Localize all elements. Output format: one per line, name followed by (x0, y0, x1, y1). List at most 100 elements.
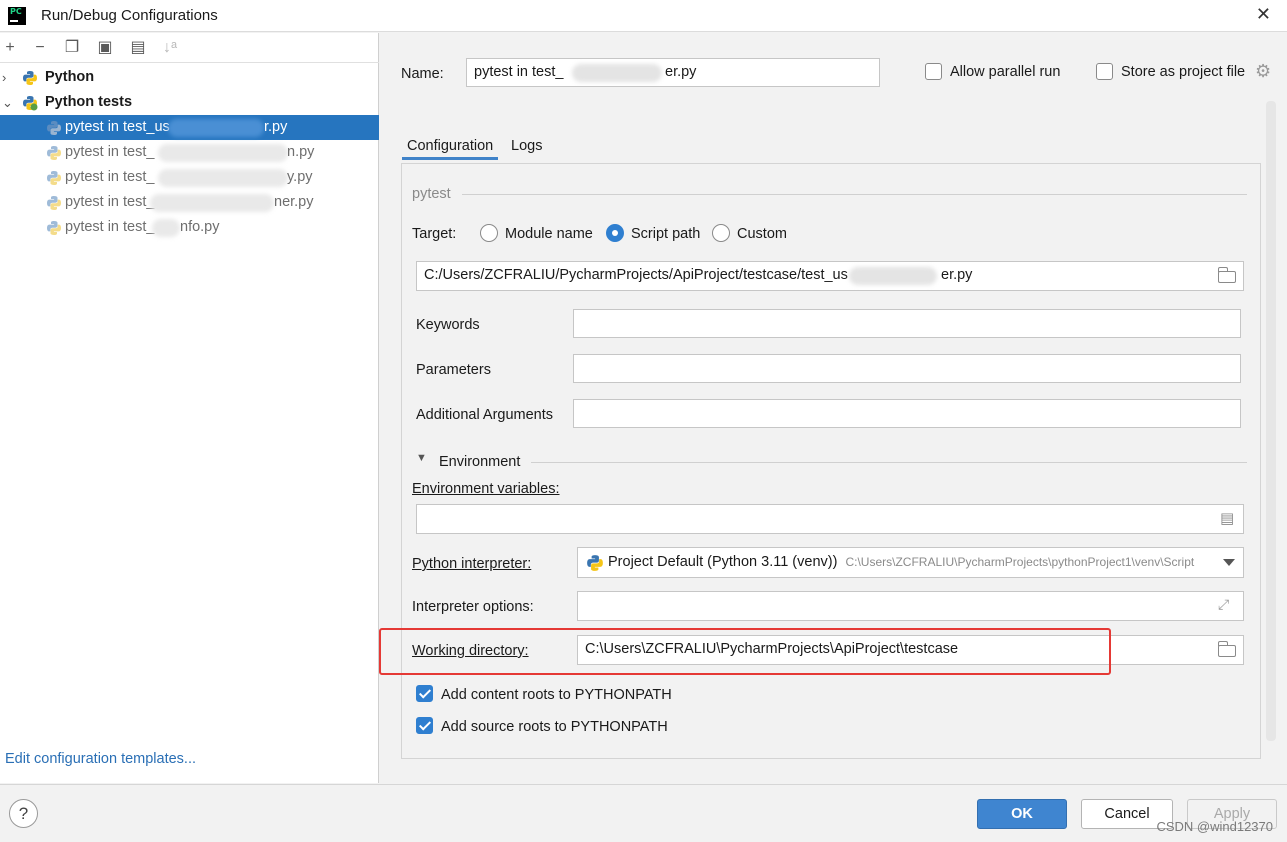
pytest-config-icon (47, 121, 61, 135)
python-icon (587, 555, 603, 571)
sort-icon[interactable]: ↓ᵃ (160, 38, 180, 58)
name-field[interactable]: pytest in test_ er.py (466, 58, 880, 87)
edit-variables-icon[interactable]: ▤ (1220, 509, 1234, 527)
tree-item-config-5[interactable]: pytest in test_ nfo.py (0, 215, 379, 240)
config-name-prefix: pytest in test_us (65, 119, 170, 135)
name-value-suffix: er.py (665, 64, 697, 80)
interpreter-value: Project Default (Python 3.11 (venv)) (608, 554, 838, 570)
python-icon (23, 71, 37, 85)
expand-icon[interactable]: ⤢ (1218, 596, 1229, 613)
tree-group-label: Python tests (45, 94, 133, 110)
folder-browse-icon[interactable] (1218, 641, 1236, 657)
add-source-roots-checkbox[interactable] (416, 717, 433, 734)
window-title: Run/Debug Configurations (41, 7, 218, 24)
tree-item-config-3[interactable]: pytest in test_ y.py (0, 165, 379, 190)
redaction-blur (572, 64, 662, 82)
allow-parallel-run-label: Allow parallel run (950, 64, 1061, 80)
tree-item-config-4[interactable]: pytest in test_ ner.py (0, 190, 379, 215)
keywords-field[interactable] (573, 309, 1241, 338)
name-label: Name: (401, 66, 444, 82)
copy-icon[interactable]: ❐ (62, 38, 82, 58)
redaction-blur (158, 169, 288, 187)
script-path-field[interactable]: C:/Users/ZCFRALIU/PycharmProjects/ApiPro… (416, 261, 1244, 291)
tree-item-config-1[interactable]: pytest in test_us r.py (0, 115, 379, 140)
tree-item-config-2[interactable]: pytest in test_ n.py (0, 140, 379, 165)
pytest-config-icon (47, 196, 61, 210)
parameters-field[interactable] (573, 354, 1241, 383)
pytest-config-icon (47, 146, 61, 160)
config-name-prefix: pytest in test_ (65, 169, 155, 185)
config-name-suffix: ner.py (274, 194, 314, 210)
interpreter-options-label: Interpreter options: (412, 599, 534, 615)
section-divider (531, 462, 1247, 463)
redaction-blur (150, 194, 274, 212)
keywords-label: Keywords (416, 317, 480, 333)
additional-arguments-label: Additional Arguments (416, 407, 554, 423)
close-icon[interactable]: ✕ (1256, 4, 1271, 25)
name-value-prefix: pytest in test_ (474, 64, 564, 80)
add-content-roots-checkbox[interactable] (416, 685, 433, 702)
redaction-blur (849, 267, 937, 285)
move-to-folder-icon[interactable]: ▤ (128, 38, 148, 58)
add-icon[interactable]: + (0, 38, 20, 58)
script-path-prefix: C:/Users/ZCFRALIU/PycharmProjects/ApiPro… (424, 267, 848, 283)
ok-button[interactable]: OK (977, 799, 1067, 829)
target-custom-radio[interactable] (712, 224, 730, 242)
vertical-scrollbar[interactable] (1266, 101, 1276, 741)
store-as-project-file-checkbox[interactable] (1096, 63, 1113, 80)
config-name-prefix: pytest in test_ (65, 219, 155, 235)
parameters-label: Parameters (416, 362, 491, 378)
python-interpreter-label: Python interpreter: (412, 556, 532, 572)
help-button[interactable]: ? (9, 799, 38, 828)
target-custom-label: Custom (737, 226, 787, 242)
section-title-pytest: pytest (412, 186, 451, 202)
collapse-triangle-icon[interactable]: ▼ (416, 452, 427, 464)
tab-configuration[interactable]: Configuration (401, 138, 499, 160)
save-icon[interactable]: ▣ (95, 38, 115, 58)
csdn-watermark: CSDN @wind12370 (1156, 819, 1273, 834)
target-module-name-label: Module name (505, 226, 593, 242)
tree-toolbar: + − ❐ ▣ ▤ ↓ᵃ (0, 33, 379, 63)
configurations-tree-pane: + − ❐ ▣ ▤ ↓ᵃ › Python ⌄ Python tests pyt… (0, 33, 379, 783)
config-name-suffix: y.py (287, 169, 313, 185)
tree-group-python-tests[interactable]: ⌄ Python tests (0, 90, 379, 115)
redaction-blur (168, 119, 264, 137)
remove-icon[interactable]: − (30, 38, 50, 58)
target-label: Target: (412, 226, 457, 242)
title-bar: PC Run/Debug Configurations ✕ (0, 0, 1287, 32)
tab-logs[interactable]: Logs (511, 138, 542, 154)
chevron-right-icon[interactable]: › (2, 65, 14, 90)
pycharm-app-icon: PC (8, 7, 26, 25)
chevron-down-icon[interactable]: ⌄ (2, 90, 14, 115)
configurations-tree: › Python ⌄ Python tests pytest in test_u… (0, 65, 379, 240)
target-script-path-radio[interactable] (606, 224, 624, 242)
pytest-config-icon (47, 221, 61, 235)
script-path-suffix: er.py (941, 267, 973, 283)
environment-section-title: Environment (439, 454, 521, 470)
interpreter-options-field[interactable] (577, 591, 1244, 621)
config-name-prefix: pytest in test_ (65, 144, 155, 160)
tree-group-label: Python (45, 69, 95, 85)
target-module-name-radio[interactable] (480, 224, 498, 242)
additional-arguments-field[interactable] (573, 399, 1241, 428)
tree-group-python[interactable]: › Python (0, 65, 379, 90)
gear-icon[interactable]: ⚙ (1255, 61, 1271, 82)
pytest-config-icon (47, 171, 61, 185)
redaction-blur (158, 144, 288, 162)
environment-variables-field[interactable] (416, 504, 1244, 534)
config-name-prefix: pytest in test_ (65, 194, 155, 210)
red-annotation-box (379, 628, 1111, 675)
edit-configuration-templates-link[interactable]: Edit configuration templates... (5, 751, 196, 767)
environment-variables-label: Environment variables: (412, 481, 560, 497)
folder-browse-icon[interactable] (1218, 267, 1236, 283)
dialog-footer: ? OK Cancel Apply CSDN @wind12370 (0, 784, 1287, 842)
config-name-suffix: r.py (264, 119, 288, 135)
allow-parallel-run-checkbox[interactable] (925, 63, 942, 80)
target-script-path-label: Script path (631, 226, 701, 242)
interpreter-path: C:\Users\ZCFRALIU\PycharmProjects\python… (845, 555, 1195, 569)
config-name-suffix: n.py (287, 144, 315, 160)
config-name-suffix: nfo.py (180, 219, 220, 235)
python-interpreter-dropdown[interactable]: Project Default (Python 3.11 (venv)) C:\… (577, 547, 1244, 578)
add-content-roots-label: Add content roots to PYTHONPATH (441, 687, 672, 703)
python-tests-icon (23, 96, 38, 111)
